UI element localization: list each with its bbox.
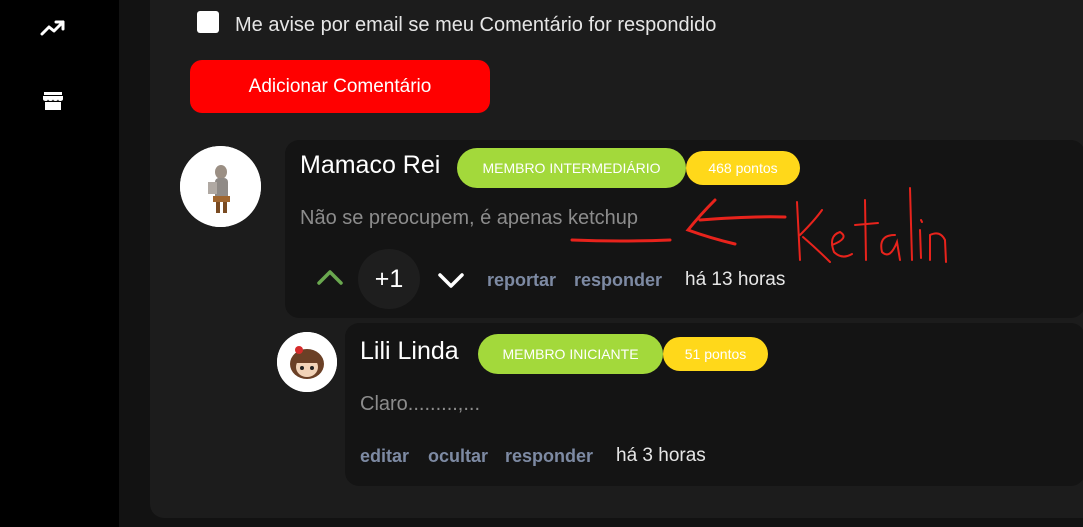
comment-author[interactable]: Lili Linda <box>360 337 459 366</box>
report-link[interactable]: reportar <box>487 270 556 291</box>
vote-score: +1 <box>358 249 420 309</box>
hide-link[interactable]: ocultar <box>428 446 488 467</box>
edit-link[interactable]: editar <box>360 446 409 467</box>
comment-time: há 13 horas <box>685 269 786 290</box>
upvote-icon[interactable] <box>316 268 344 291</box>
notify-checkbox[interactable] <box>197 11 219 33</box>
avatar[interactable] <box>277 332 337 392</box>
annotation-drawing <box>560 180 950 270</box>
comment-author[interactable]: Mamaco Rei <box>300 151 440 180</box>
comment-text: Claro.........,... <box>360 393 481 415</box>
trending-up-icon[interactable] <box>39 14 67 42</box>
notify-label: Me avise por email se meu Comentário for… <box>235 14 717 36</box>
comment-time: há 3 horas <box>616 445 706 466</box>
add-comment-button[interactable]: Adicionar Comentário <box>190 60 490 113</box>
store-icon[interactable] <box>39 87 67 115</box>
reply-link[interactable]: responder <box>574 270 662 291</box>
points-badge: 51 pontos <box>663 337 768 371</box>
content-gutter <box>119 0 150 527</box>
sidebar <box>0 0 119 527</box>
member-badge: MEMBRO INICIANTE <box>478 334 663 374</box>
reply-link[interactable]: responder <box>505 446 593 467</box>
avatar[interactable] <box>180 146 261 227</box>
downvote-icon[interactable] <box>437 272 465 295</box>
